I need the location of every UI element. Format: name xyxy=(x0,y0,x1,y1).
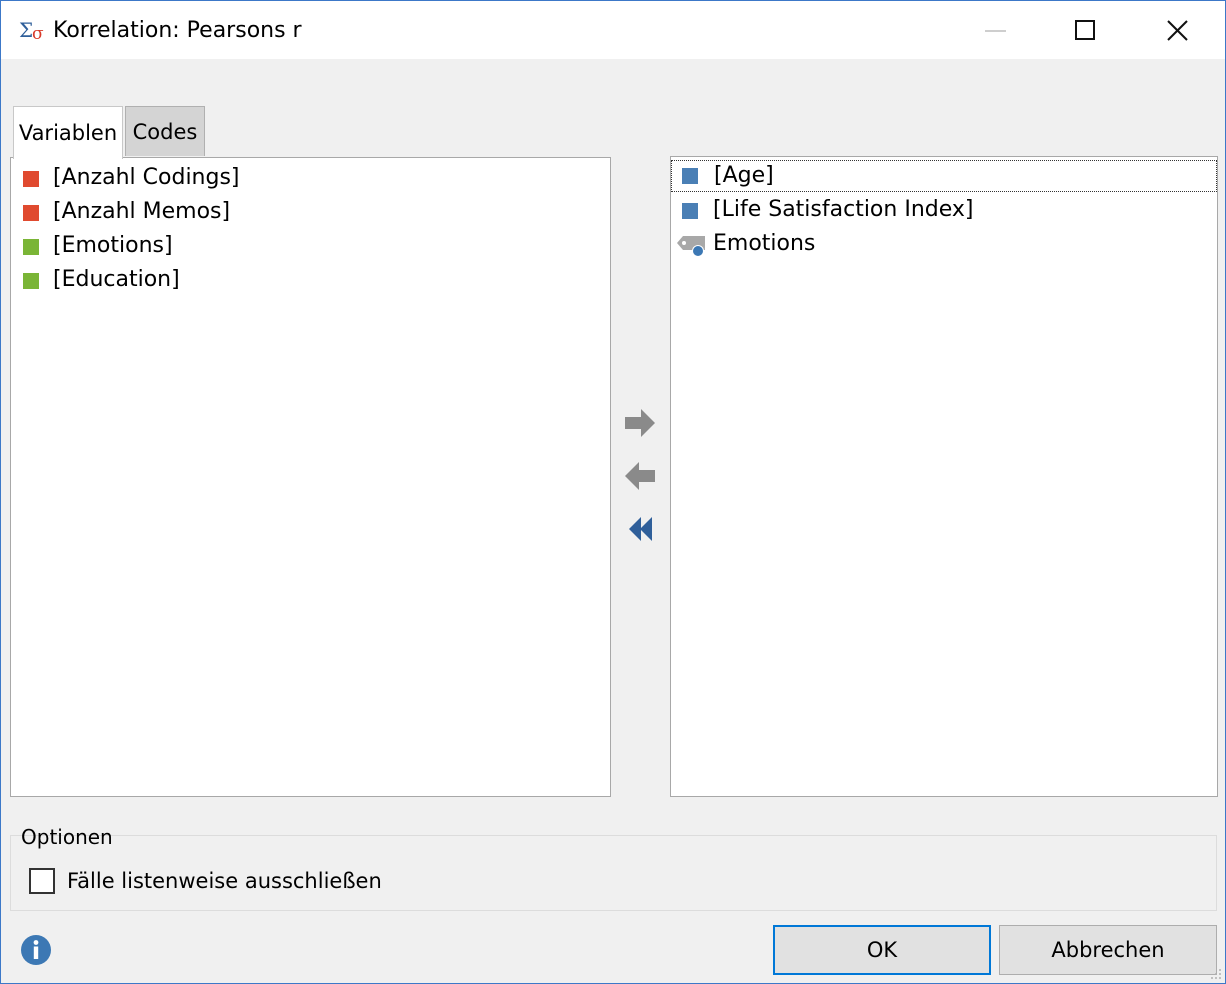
tab-label: Codes xyxy=(132,119,198,144)
arrow-left-icon[interactable] xyxy=(619,456,661,496)
code-tag-icon xyxy=(677,236,705,257)
window-title: Korrelation: Pearsons r xyxy=(53,18,302,43)
item-label: [Anzahl Memos] xyxy=(53,199,231,224)
available-variables-list[interactable]: [Anzahl Codings] [Anzahl Memos] [Emotion… xyxy=(10,157,611,797)
variable-square-icon xyxy=(23,171,39,187)
double-chevron-left-icon[interactable] xyxy=(619,509,661,549)
options-group-label: Optionen xyxy=(21,825,113,849)
list-item[interactable]: [Age] xyxy=(671,160,1217,192)
list-item[interactable]: [Life Satisfaction Index] xyxy=(671,194,1217,226)
list-item[interactable]: [Emotions] xyxy=(11,230,610,262)
minimize-icon xyxy=(985,30,1006,32)
ok-button[interactable]: OK xyxy=(773,925,991,975)
list-item[interactable]: [Education] xyxy=(11,264,610,296)
variable-square-icon xyxy=(682,168,698,184)
cancel-button-label: Abbrechen xyxy=(1051,938,1165,962)
variable-square-icon xyxy=(23,239,39,255)
maximize-icon xyxy=(1075,20,1095,40)
cancel-button[interactable]: Abbrechen xyxy=(999,925,1217,975)
variable-square-icon xyxy=(682,203,698,219)
arrow-right-icon[interactable] xyxy=(619,403,661,443)
svg-text:σ: σ xyxy=(32,24,44,43)
list-item[interactable]: Emotions xyxy=(671,228,1217,260)
item-label: [Anzahl Codings] xyxy=(53,165,240,190)
item-label: [Life Satisfaction Index] xyxy=(713,197,974,222)
item-label: [Age] xyxy=(714,163,774,188)
list-item[interactable]: [Anzahl Memos] xyxy=(11,196,610,228)
close-button[interactable] xyxy=(1131,1,1223,59)
listwise-exclude-label[interactable]: Fälle listenweise ausschließen xyxy=(67,869,382,893)
close-icon xyxy=(1167,20,1188,41)
variable-square-icon xyxy=(23,273,39,289)
tab-codes[interactable]: Codes xyxy=(125,106,205,156)
variable-square-icon xyxy=(23,205,39,221)
info-icon[interactable] xyxy=(20,934,52,966)
tab-label: Variablen xyxy=(18,121,118,145)
dialog-window: Σ σ Korrelation: Pearsons r Variablen Co… xyxy=(0,0,1226,984)
maximize-button[interactable] xyxy=(1039,1,1131,59)
resize-grip-icon[interactable] xyxy=(1209,967,1223,981)
list-item[interactable]: [Anzahl Codings] xyxy=(11,162,610,194)
item-label: [Emotions] xyxy=(53,233,173,258)
item-label: Emotions xyxy=(713,231,816,256)
listwise-exclude-checkbox[interactable] xyxy=(29,868,55,894)
title-bar: Σ σ Korrelation: Pearsons r xyxy=(1,1,1225,59)
item-label: [Education] xyxy=(53,267,180,292)
selected-variables-list[interactable]: [Age] [Life Satisfaction Index] Emotions xyxy=(670,156,1218,797)
ok-button-label: OK xyxy=(866,938,898,962)
tab-variablen[interactable]: Variablen xyxy=(13,106,123,159)
minimize-button[interactable] xyxy=(949,1,1041,59)
sigma-icon: Σ σ xyxy=(19,18,44,43)
